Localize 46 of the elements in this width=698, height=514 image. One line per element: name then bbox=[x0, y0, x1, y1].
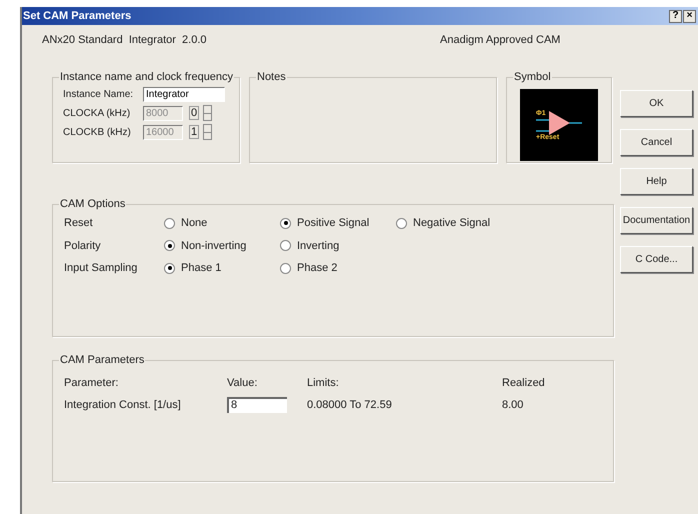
radio-button[interactable] bbox=[280, 218, 291, 229]
option-label: Input Sampling bbox=[64, 261, 138, 276]
option-label: Reset bbox=[64, 216, 94, 231]
field-label: CLOCKA (kHz) bbox=[63, 106, 132, 120]
radio-button[interactable] bbox=[280, 262, 291, 274]
group-title: Symbol bbox=[513, 70, 552, 84]
group-title: CAM Options bbox=[59, 197, 126, 211]
window-title: Set CAM Parameters bbox=[22, 8, 132, 24]
dialog-button[interactable]: Help bbox=[620, 168, 693, 195]
column-header: Limits: bbox=[307, 376, 340, 391]
radio-button[interactable] bbox=[280, 240, 291, 252]
radio-label[interactable]: Positive Signal bbox=[297, 215, 370, 232]
radio-label[interactable]: None bbox=[181, 215, 208, 232]
radio-label[interactable]: Inverting bbox=[297, 238, 340, 254]
spin-value: 1 bbox=[189, 125, 199, 139]
value-field[interactable]: 8 bbox=[227, 396, 287, 412]
radio-button[interactable] bbox=[396, 218, 407, 229]
product-name: ANx20 Standard Integrator 2.0.0 bbox=[42, 33, 208, 46]
help-title-button[interactable]: ? bbox=[669, 10, 682, 22]
radio-button[interactable] bbox=[164, 262, 175, 274]
text-field[interactable]: Integrator bbox=[143, 87, 225, 102]
column-header: Parameter: bbox=[64, 376, 120, 391]
spin-buttons[interactable] bbox=[203, 105, 212, 121]
parameter-name: Integration Const. [1/us] bbox=[64, 398, 182, 413]
radio-button[interactable] bbox=[164, 240, 175, 252]
dialog-button[interactable]: OK bbox=[620, 90, 693, 117]
option-label: Polarity bbox=[64, 238, 102, 254]
group-title: Instance name and clock frequency bbox=[59, 70, 234, 84]
spin-value: 0 bbox=[189, 106, 199, 120]
spin-buttons[interactable] bbox=[203, 124, 212, 140]
radio-label[interactable]: Non-inverting bbox=[181, 238, 246, 254]
radio-label[interactable]: Negative Signal bbox=[413, 215, 490, 232]
radio-button[interactable] bbox=[164, 218, 175, 229]
dialog-button[interactable]: C Code... bbox=[620, 246, 693, 273]
approval-label: Anadigm Approved CAM bbox=[440, 33, 560, 46]
limits-text: 0.08000 To 72.59 bbox=[307, 398, 393, 413]
column-header: Value: bbox=[227, 376, 258, 391]
radio-label[interactable]: Phase 1 bbox=[181, 260, 222, 276]
field-label: CLOCKB (kHz) bbox=[63, 126, 132, 140]
field-label: Instance Name: bbox=[63, 88, 134, 102]
radio-label[interactable]: Phase 2 bbox=[297, 260, 338, 276]
realized-value: 8.00 bbox=[502, 398, 524, 413]
dialog-button[interactable]: Cancel bbox=[620, 129, 693, 156]
column-header: Realized bbox=[502, 376, 545, 391]
close-button[interactable]: × bbox=[683, 10, 696, 22]
dialog-button[interactable]: Documentation bbox=[620, 207, 693, 234]
